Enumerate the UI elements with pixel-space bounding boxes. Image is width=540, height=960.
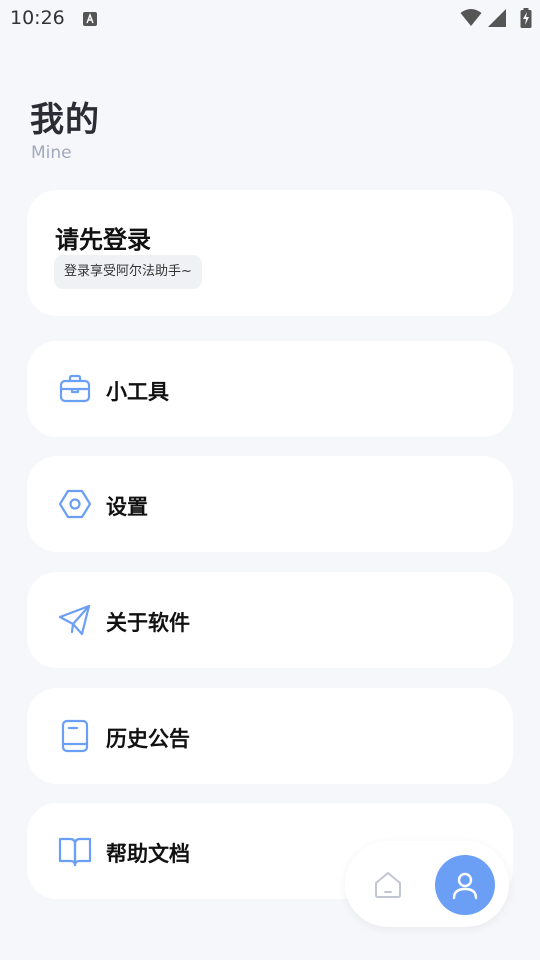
login-tagline: 登录享受阿尔法助手~ — [54, 255, 202, 289]
home-icon[interactable] — [372, 869, 404, 901]
briefcase-icon — [58, 372, 92, 406]
menu-label: 帮助文档 — [106, 842, 190, 866]
page-title: 我的 — [30, 100, 100, 140]
status-bar: 10:26 — [0, 0, 540, 36]
open-book-icon — [58, 834, 92, 868]
user-icon[interactable] — [435, 855, 495, 915]
menu-label: 历史公告 — [106, 727, 190, 751]
battery-charging-icon — [520, 8, 532, 28]
login-card[interactable]: 请先登录 登录享受阿尔法助手~ — [27, 190, 513, 316]
menu-item-announcements[interactable]: 历史公告 — [27, 688, 513, 784]
a-icon — [83, 11, 97, 26]
menu-label: 设置 — [106, 495, 148, 519]
menu-item-about[interactable]: 关于软件 — [27, 572, 513, 668]
notebook-icon — [58, 719, 92, 753]
login-title: 请先登录 — [55, 226, 151, 254]
wifi-icon — [460, 9, 482, 26]
bottom-nav — [345, 841, 509, 927]
paper-plane-icon — [58, 603, 92, 637]
status-time: 10:26 — [10, 7, 65, 29]
settings-hexagon-icon — [58, 487, 92, 521]
page-subtitle: Mine — [31, 143, 72, 163]
signal-icon — [488, 9, 506, 27]
menu-item-tools[interactable]: 小工具 — [27, 341, 513, 437]
menu-item-settings[interactable]: 设置 — [27, 456, 513, 552]
menu-label: 关于软件 — [106, 611, 190, 635]
menu-label: 小工具 — [106, 380, 169, 404]
